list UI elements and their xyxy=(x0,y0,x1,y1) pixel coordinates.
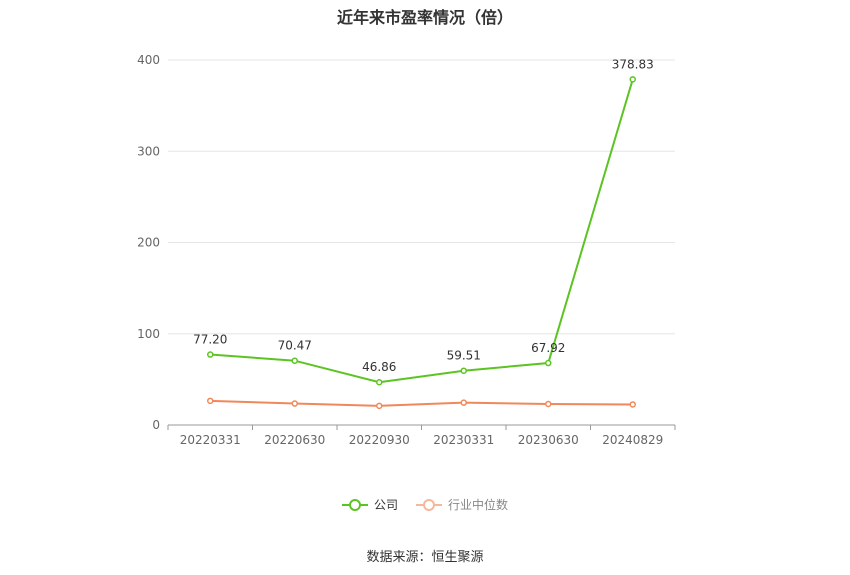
legend-marker-industry-median xyxy=(416,498,442,511)
data-point-company xyxy=(376,378,383,386)
legend-item-company[interactable]: 公司 xyxy=(341,496,398,513)
data-point-industry-median xyxy=(629,401,636,408)
data-point-industry-median xyxy=(460,399,467,406)
data-label-company: 77.20 xyxy=(193,333,227,347)
series-line-company xyxy=(210,79,634,384)
x-tick-label: 20240829 xyxy=(602,433,663,447)
data-label-company: 46.86 xyxy=(362,360,396,374)
series-line-industry-median xyxy=(210,399,633,407)
legend-label-industry-median: 行业中位数 xyxy=(448,498,509,512)
data-point-industry-median xyxy=(545,400,552,408)
y-tick-label: 300 xyxy=(137,144,160,158)
y-tick-label: 100 xyxy=(137,327,160,341)
data-point-industry-median xyxy=(291,400,298,407)
x-tick-label: 20220331 xyxy=(180,433,241,447)
data-point-company xyxy=(207,351,214,358)
y-tick-label: 200 xyxy=(137,236,160,250)
data-point-industry-median xyxy=(376,402,383,410)
legend-marker-company xyxy=(341,498,368,511)
data-point-company xyxy=(629,76,636,83)
data-point-company xyxy=(291,357,298,364)
legend-item-industry-median[interactable]: 行业中位数 xyxy=(416,496,508,513)
data-label-company: 378.83 xyxy=(612,57,654,71)
data-label-company: 70.47 xyxy=(278,339,312,353)
x-tick-label: 20220630 xyxy=(264,433,325,447)
y-tick-label: 400 xyxy=(137,53,160,67)
x-tick-label: 20230630 xyxy=(518,433,579,447)
y-tick-label: 0 xyxy=(152,418,160,432)
x-tick-label: 20230331 xyxy=(433,433,494,447)
legend-label-company: 公司 xyxy=(373,498,398,512)
data-label-company: 59.51 xyxy=(447,349,481,363)
data-point-company xyxy=(460,367,467,374)
data-source-note: 数据来源：恒生聚源 xyxy=(366,550,484,565)
data-point-industry-median xyxy=(207,397,214,405)
x-tick-label: 20220930 xyxy=(349,433,410,447)
chart-legend: 公司 行业中位数 xyxy=(0,496,850,513)
data-point-company xyxy=(545,359,552,367)
data-label-company: 67.92 xyxy=(531,341,565,355)
line-chart: 0 100 200 300 400 20220331 20220630 20220930 202… xyxy=(137,53,676,447)
